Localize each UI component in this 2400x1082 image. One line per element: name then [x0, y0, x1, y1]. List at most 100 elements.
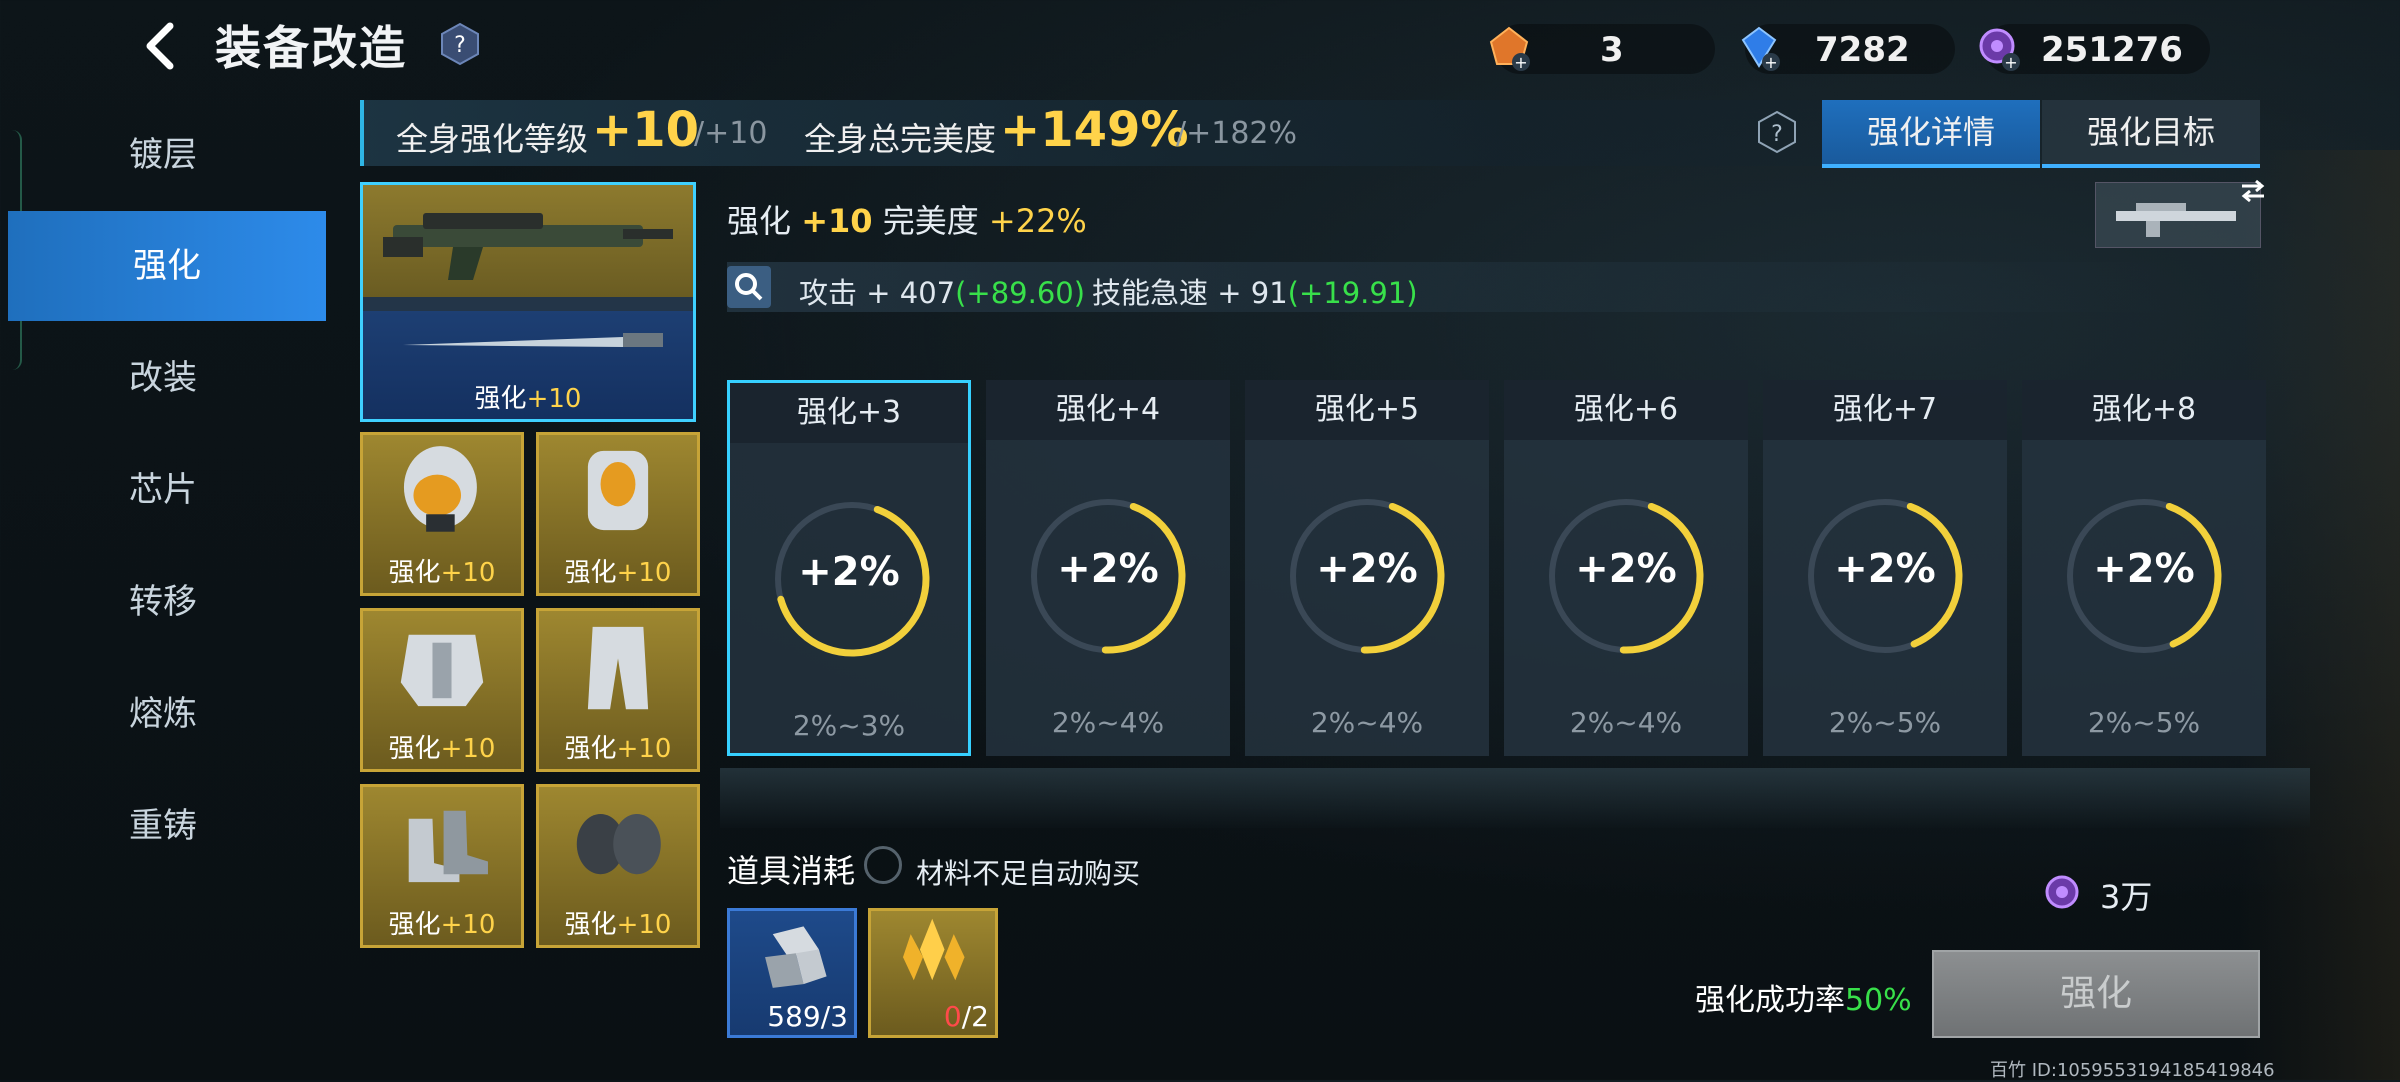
crystal-material-icon	[903, 918, 965, 981]
enhance-button[interactable]: 强化	[1932, 950, 2260, 1038]
sidebar-item-modify[interactable]: 改装	[0, 323, 326, 433]
svg-text:+: +	[1764, 53, 1777, 72]
search-button[interactable]	[727, 266, 771, 308]
total-level-max: /+10	[694, 116, 768, 151]
sidebar-item-plating[interactable]: 镀层	[0, 100, 326, 210]
enhance-level-range: 2%~4%	[1310, 706, 1424, 739]
pants-icon	[587, 626, 649, 710]
back-button[interactable]	[130, 16, 190, 76]
swap-icon[interactable]	[2238, 178, 2268, 204]
enhance-level-percent: +2%	[1057, 546, 1159, 592]
secondary-weapon: 强化+10	[363, 311, 693, 419]
enhance-level-range: 2%~3%	[792, 709, 906, 742]
auto-buy-toggle[interactable]	[864, 846, 902, 884]
consume-label: 道具消耗	[727, 852, 856, 890]
help-icon[interactable]: ?	[1755, 110, 1799, 154]
boots-enhance-label: 强化+10	[388, 910, 496, 940]
purple-coin-icon: +	[1979, 28, 2020, 72]
backpack-enhance-label: 强化+10	[564, 558, 672, 588]
armor-slot[interactable]: 强化+10	[360, 608, 524, 772]
primary-weapon	[363, 185, 693, 297]
enhance-level-card[interactable]: 强化+6 +2% 2%~4%	[1504, 380, 1748, 756]
svg-text:?: ?	[454, 33, 466, 58]
material-1-count: 589/3	[767, 1000, 848, 1033]
total-level-label: 全身强化等级	[396, 120, 589, 158]
gloves-icon	[576, 813, 661, 875]
material-slot-1[interactable]: 589/3	[727, 908, 857, 1038]
enhance-summary: 强化 +10 完美度 +22%	[727, 202, 1087, 240]
enhance-level-title: 强化+8	[2022, 380, 2266, 440]
enhance-level-title: 强化+5	[1245, 380, 1489, 440]
currency-coin-value: 251276	[2041, 30, 2183, 70]
currency-coin[interactable]: + 251276	[1979, 24, 2210, 74]
rifle-icon	[2116, 203, 2236, 237]
enhance-level-title: 强化+4	[986, 380, 1230, 440]
sidebar-item-chip[interactable]: 芯片	[0, 435, 326, 545]
total-perfect-max: /+182%	[1176, 116, 1298, 151]
enhance-level-range: 2%~5%	[2087, 706, 2201, 739]
total-perfect-value: +149%	[1000, 102, 1189, 158]
backpack-icon	[587, 450, 649, 531]
enhance-level-card[interactable]: 强化+3 +2% 2%~3%	[727, 380, 971, 756]
helmet-slot[interactable]: 强化+10	[360, 432, 524, 596]
orange-gem-icon: +	[1489, 26, 1530, 72]
enhance-level-range: 2%~5%	[1828, 706, 1942, 739]
currency-diamond[interactable]: + 7282	[1741, 24, 1955, 74]
currency-gem-value: 3	[1600, 30, 1624, 70]
cube-material-icon	[765, 926, 827, 988]
enhance-level-percent: +2%	[1316, 546, 1418, 592]
help-icon[interactable]: ?	[440, 22, 480, 66]
currency-gem[interactable]: + 3	[1489, 24, 1715, 74]
enhance-level-percent: +2%	[798, 549, 900, 595]
backpack-slot[interactable]: 强化+10	[536, 432, 700, 596]
currency-diamond-value: 7282	[1815, 30, 1910, 70]
success-rate: 强化成功率50%	[1695, 983, 1912, 1018]
sidebar-item-recast[interactable]: 重铸	[0, 771, 326, 881]
svg-text:?: ?	[1771, 122, 1783, 147]
back-arrow-icon	[146, 22, 174, 70]
enhance-level-card[interactable]: 强化+4 +2% 2%~4%	[986, 380, 1230, 756]
armor-enhance-label: 强化+10	[388, 734, 496, 764]
sidebar-item-smelt[interactable]: 熔炼	[0, 659, 326, 769]
material-slot-2[interactable]: 0/2	[868, 908, 998, 1038]
tab-enhance-target[interactable]: 强化目标	[2042, 100, 2260, 168]
purple-coin-icon	[2045, 875, 2079, 909]
armor-icon	[400, 634, 484, 707]
weapon-enhance-label: 强化+10	[474, 384, 582, 414]
pants-slot[interactable]: 强化+10	[536, 608, 700, 772]
enhance-level-range: 2%~4%	[1569, 706, 1683, 739]
platform-decoration	[720, 768, 2310, 828]
auto-buy-label: 材料不足自动购买	[916, 857, 1141, 890]
sidebar-item-enhance[interactable]: 强化	[8, 211, 326, 321]
rifle-icon	[383, 213, 673, 280]
weapon-thumbnail[interactable]	[2095, 182, 2261, 248]
enhance-level-title: 强化+3	[730, 383, 968, 443]
weapon-slot[interactable]: 强化+10	[360, 182, 696, 422]
page-title: 装备改造	[215, 21, 407, 75]
enhance-level-card[interactable]: 强化+8 +2% 2%~5%	[2022, 380, 2266, 756]
gloves-slot[interactable]: 强化+10	[536, 784, 700, 948]
enhance-level-title: 强化+6	[1504, 380, 1748, 440]
enhance-level-card[interactable]: 强化+7 +2% 2%~5%	[1763, 380, 2007, 756]
boots-icon	[408, 810, 488, 883]
svg-text:+: +	[2004, 53, 2017, 72]
enhance-level-range: 2%~4%	[1051, 706, 1165, 739]
helmet-icon	[403, 446, 477, 532]
sidebar-item-transfer[interactable]: 转移	[0, 547, 326, 657]
tab-enhance-details[interactable]: 强化详情	[1822, 100, 2040, 168]
helmet-enhance-label: 强化+10	[388, 558, 496, 588]
gloves-enhance-label: 强化+10	[564, 910, 672, 940]
boots-slot[interactable]: 强化+10	[360, 784, 524, 948]
enhance-level-title: 强化+7	[1763, 380, 2007, 440]
enhance-level-percent: +2%	[1834, 546, 1936, 592]
search-icon	[735, 273, 763, 301]
user-id: 百竹 ID:1059553194185419846	[1990, 1060, 2275, 1081]
total-level-value: +10	[592, 102, 700, 158]
enhance-cost: 3万	[2100, 878, 2153, 916]
svg-text:+: +	[1514, 53, 1527, 72]
stat-line: 攻击 + 407(+89.60) 技能急速 + 91(+19.91)	[727, 262, 2177, 312]
enhance-level-percent: +2%	[2093, 546, 2195, 592]
material-2-count: 0/2	[943, 1000, 989, 1033]
total-perfect-label: 全身总完美度	[804, 120, 997, 158]
enhance-level-card[interactable]: 强化+5 +2% 2%~4%	[1245, 380, 1489, 756]
